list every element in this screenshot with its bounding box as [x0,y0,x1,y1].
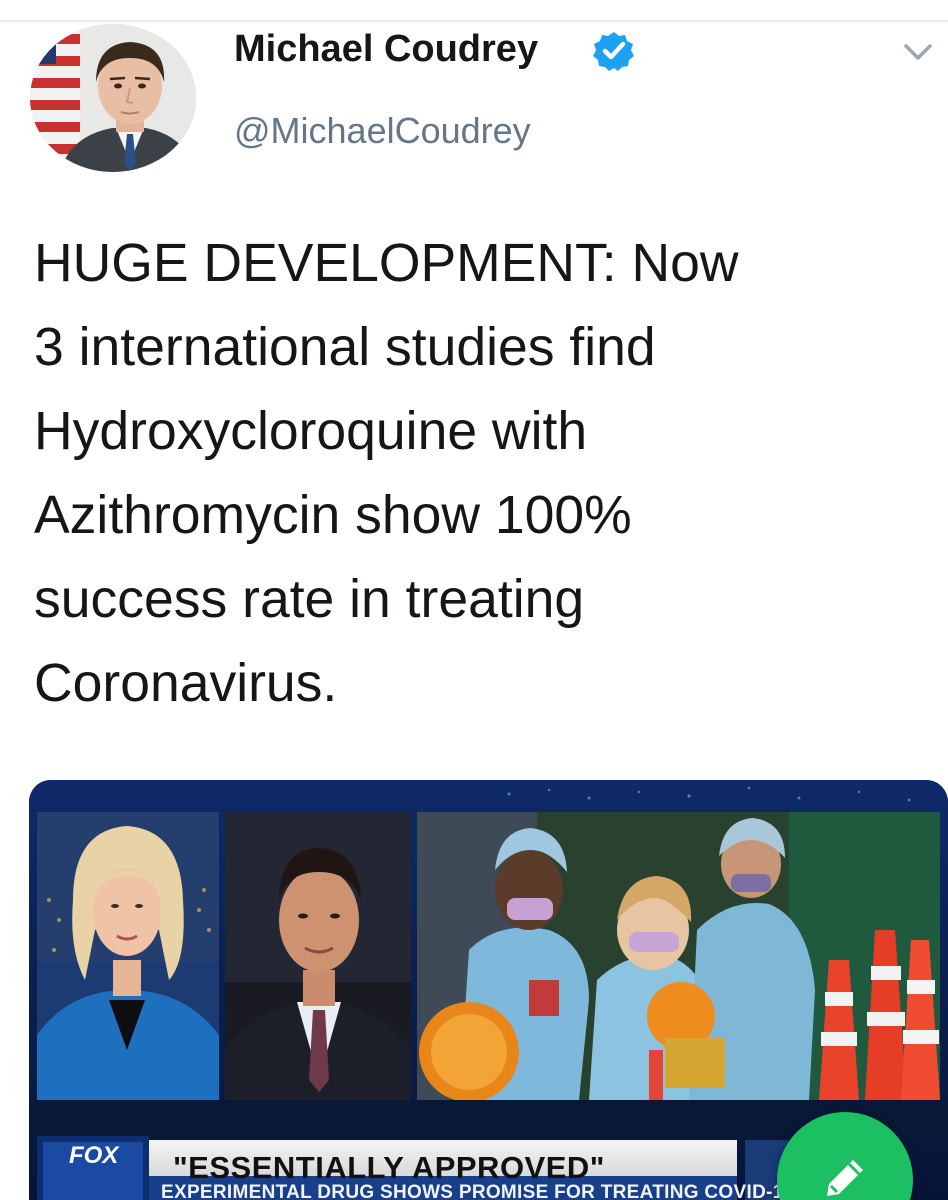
tweet-screen: Michael Coudrey @MichaelCoudrey HUGE DEV… [0,0,948,1200]
tweet-text-line: Hydroxycloroquine with [34,402,588,461]
pencil-icon [827,1160,863,1196]
tweet-text-line: Azithromycin show 100% [34,486,632,545]
tweet-text-line: Coronavirus. [34,654,338,713]
tweet-text: HUGE DEVELOPMENT: Now 3 international st… [34,222,924,726]
display-name[interactable]: Michael Coudrey [234,28,538,71]
chyron-subtext: EXPERIMENTAL DRUG SHOWS PROMISE FOR TREA… [161,1182,795,1200]
avatar[interactable] [30,24,196,172]
chevron-down-icon[interactable] [900,38,936,68]
chyron-headline: "ESSENTIALLY APPROVED" [172,1150,605,1185]
tweet-text-line: success rate in treating [34,570,585,629]
verified-badge-icon [593,30,635,72]
top-divider [0,20,948,22]
handle[interactable]: @MichaelCoudrey [234,110,531,152]
tweet-text-line: 3 international studies find [34,318,656,377]
tweet-text-line: HUGE DEVELOPMENT: Now [34,234,739,293]
